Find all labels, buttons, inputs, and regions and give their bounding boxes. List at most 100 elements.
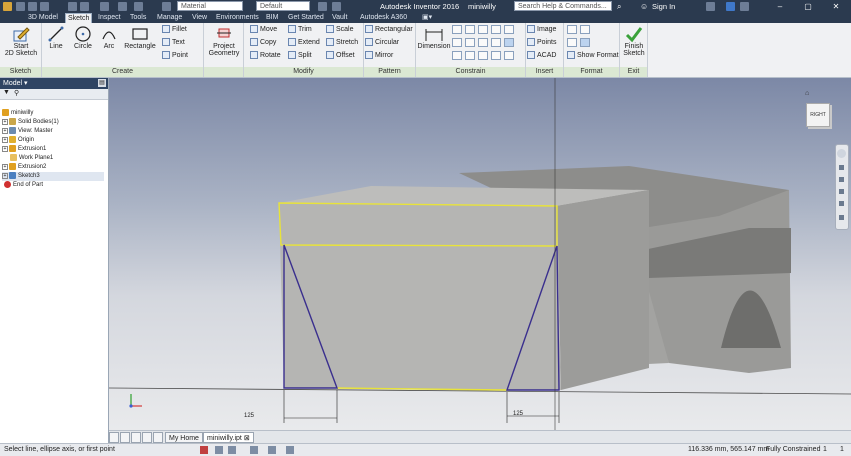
symmetric-constraint-icon[interactable] (491, 38, 501, 47)
tab-3d-model[interactable]: 3D Model (26, 13, 60, 23)
driven-dimension-icon[interactable] (580, 38, 590, 47)
cart-icon[interactable] (706, 2, 715, 11)
equal-constraint-icon[interactable] (491, 51, 501, 60)
rectangular-pattern-button[interactable]: Rectangular (365, 25, 413, 35)
text-button[interactable]: Text (162, 38, 185, 48)
list-icon[interactable] (153, 432, 163, 443)
expand-icon[interactable]: + (2, 145, 8, 152)
minimize-button[interactable]: – (767, 0, 793, 13)
tab-get-started[interactable]: Get Started (286, 13, 326, 23)
mirror-button[interactable]: Mirror (365, 51, 393, 61)
circle-button[interactable]: Circle (70, 25, 96, 50)
infer-status-icon[interactable] (286, 446, 294, 454)
inventor-logo-icon[interactable] (3, 2, 12, 11)
collinear-constraint-icon[interactable] (452, 38, 462, 47)
expand-icon[interactable]: + (2, 172, 8, 179)
copy-button[interactable]: Copy (250, 38, 276, 48)
scale-button[interactable]: Scale (326, 25, 354, 35)
tab-options-icon[interactable]: ▣▾ (420, 13, 434, 23)
tile-horizontal-icon[interactable] (109, 432, 119, 443)
show-format-button[interactable]: Show Format (567, 51, 619, 61)
offset-button[interactable]: Offset (326, 51, 355, 61)
split-button[interactable]: Split (288, 51, 312, 61)
dimension-button[interactable]: Dimension (417, 25, 451, 50)
zoom-icon[interactable] (839, 177, 844, 182)
construction-icon[interactable] (567, 25, 577, 34)
tree-item-origin[interactable]: + Origin (2, 136, 34, 145)
close-button[interactable]: ✕ (823, 0, 849, 13)
tab-miniwilly-ipt[interactable]: miniwilly.ipt ⊠ (203, 432, 254, 443)
measure-icon[interactable] (332, 2, 341, 11)
look-at-icon[interactable] (839, 201, 844, 206)
home-icon[interactable] (100, 2, 109, 11)
graphics-viewport[interactable]: 125 125 RIGHT ⌂ (109, 78, 851, 430)
steering-wheel-icon[interactable] (837, 149, 846, 158)
update-icon[interactable] (118, 2, 127, 11)
tile-vertical-icon[interactable] (120, 432, 130, 443)
view-cube[interactable]: RIGHT (806, 103, 830, 127)
parallel-constraint-icon[interactable] (465, 38, 475, 47)
new-file-icon[interactable] (16, 2, 25, 11)
tree-item-extrusion2[interactable]: + Extrusion2 (2, 163, 46, 172)
search-icon[interactable]: ⌕ (617, 2, 626, 11)
perpendicular-constraint-icon[interactable] (465, 51, 475, 60)
tree-item-solid-bodies[interactable]: + Solid Bodies(1) (2, 118, 59, 127)
point-button[interactable]: Point (162, 51, 188, 61)
project-geometry-button[interactable]: Project Geometry (206, 25, 242, 57)
dimension-value-right[interactable]: 125 (513, 411, 523, 417)
constraint-status-icon[interactable] (228, 446, 236, 454)
redo-icon[interactable] (80, 2, 89, 11)
tree-item-extrusion1[interactable]: + Extrusion1 (2, 145, 46, 154)
start-2d-sketch-button[interactable]: Start 2D Sketch (2, 25, 40, 57)
arrange-icon[interactable] (142, 432, 152, 443)
horizontal-constraint-icon[interactable] (478, 25, 488, 34)
tab-environments[interactable]: Environments (214, 13, 261, 23)
centerline-icon[interactable] (580, 25, 590, 34)
arc-button[interactable]: Arc (97, 25, 121, 50)
tab-autodesk-a360[interactable]: Autodesk A360 (358, 13, 409, 23)
rectangle-button[interactable]: Rectangle (122, 25, 158, 50)
tree-item-sketch3[interactable]: + Sketch3 (2, 172, 104, 182)
tab-bim[interactable]: BIM (264, 13, 280, 23)
cascade-icon[interactable] (131, 432, 141, 443)
expand-icon[interactable]: + (2, 136, 8, 143)
image-button[interactable]: Image (527, 25, 556, 35)
expand-icon[interactable]: + (2, 163, 8, 170)
tree-item-root[interactable]: miniwilly (2, 109, 33, 118)
expand-icon[interactable]: + (2, 118, 8, 125)
stretch-button[interactable]: Stretch (326, 38, 358, 48)
tangent-constraint-icon[interactable] (478, 51, 488, 60)
acad-button[interactable]: ACAD (527, 51, 556, 61)
browser-menu-icon[interactable]: ▤ (98, 79, 106, 87)
circular-pattern-button[interactable]: Circular (365, 38, 399, 48)
dropdown-arrow-icon[interactable]: ▾ (22, 80, 28, 87)
constraint-settings-icon[interactable] (504, 51, 514, 60)
pan-icon[interactable] (839, 165, 844, 170)
trim-button[interactable]: Trim (288, 25, 312, 35)
tab-tools[interactable]: Tools (128, 13, 148, 23)
select-icon[interactable] (134, 2, 143, 11)
color-icon[interactable] (162, 2, 171, 11)
grid-status-icon[interactable] (250, 446, 258, 454)
a360-icon[interactable] (726, 2, 735, 11)
extend-button[interactable]: Extend (288, 38, 320, 48)
center-point-icon[interactable] (567, 38, 577, 47)
orbit-icon[interactable] (839, 189, 844, 194)
tab-inspect[interactable]: Inspect (96, 13, 123, 23)
nav-options-icon[interactable] (839, 215, 844, 220)
coincident-constraint-icon[interactable] (452, 25, 462, 34)
fx-icon[interactable] (318, 2, 327, 11)
help-icon[interactable] (740, 2, 749, 11)
appearance-combo[interactable]: Default (256, 1, 310, 11)
show-constraints-icon[interactable] (504, 38, 514, 47)
points-button[interactable]: Points (527, 38, 556, 48)
snap-status-icon[interactable] (268, 446, 276, 454)
save-icon[interactable] (40, 2, 49, 11)
filter-icon[interactable]: ▼ (3, 89, 10, 96)
dimension-status-icon[interactable] (215, 446, 223, 454)
tab-my-home[interactable]: My Home (165, 432, 203, 443)
tab-view[interactable]: View (190, 13, 209, 23)
sign-in-link[interactable]: Sign In (652, 0, 675, 13)
concentric-constraint-icon[interactable] (452, 51, 462, 60)
fillet-button[interactable]: Fillet (162, 25, 187, 35)
